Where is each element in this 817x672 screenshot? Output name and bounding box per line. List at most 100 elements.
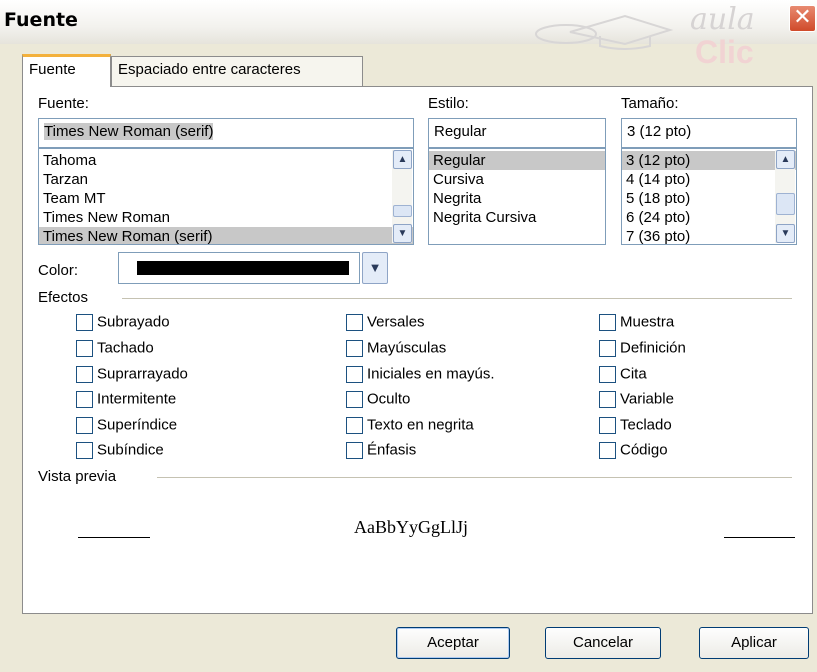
list-item[interactable]: Cursiva: [429, 170, 605, 189]
checkbox-muestra[interactable]: Muestra: [599, 313, 674, 333]
font-input[interactable]: Times New Roman (serif): [38, 118, 414, 148]
preview-baseline-right: [724, 537, 795, 538]
list-item[interactable]: 4 (14 pto): [622, 170, 796, 189]
checkbox-label: Intermitente: [97, 390, 177, 408]
checkbox-subindice[interactable]: Subíndice: [76, 441, 164, 461]
style-input-value: Regular: [434, 123, 487, 140]
list-item[interactable]: 6 (24 pto): [622, 208, 796, 227]
checkbox-variable[interactable]: Variable: [599, 390, 674, 410]
checkbox-label: Código: [620, 441, 668, 459]
list-item[interactable]: Tahoma: [39, 151, 413, 170]
checkbox-label: Variable: [620, 390, 674, 408]
font-input-value: Times New Roman (serif): [44, 123, 214, 140]
checkbox-icon[interactable]: [76, 313, 93, 331]
list-item-selected[interactable]: Regular: [429, 151, 605, 170]
checkbox-teclado[interactable]: Teclado: [599, 416, 672, 436]
checkbox-mayusculas[interactable]: Mayúsculas: [346, 339, 446, 359]
checkbox-superindice[interactable]: Superíndice: [76, 416, 177, 436]
checkbox-definicion[interactable]: Definición: [599, 339, 686, 359]
color-label: Color:: [38, 262, 79, 279]
checkbox-label: Texto en negrita: [367, 416, 474, 434]
aulaclic-watermark-logo: aula Clic: [530, 2, 800, 68]
checkbox-icon[interactable]: [599, 416, 616, 434]
checkbox-versales[interactable]: Versales: [346, 313, 425, 333]
checkbox-label: Mayúsculas: [367, 339, 447, 357]
checkbox-icon[interactable]: [76, 390, 93, 408]
scroll-up-icon[interactable]: ▲: [776, 150, 795, 169]
size-input[interactable]: 3 (12 pto): [621, 118, 797, 148]
preview-divider: [157, 477, 792, 478]
checkbox-icon[interactable]: [76, 339, 93, 357]
effects-divider: [122, 298, 792, 299]
style-input[interactable]: Regular: [428, 118, 606, 148]
scroll-thumb[interactable]: [393, 205, 412, 217]
list-item[interactable]: Times New Roman: [39, 208, 413, 227]
checkbox-oculto[interactable]: Oculto: [346, 390, 410, 410]
checkbox-cita[interactable]: Cita: [599, 365, 647, 385]
tab-espaciado[interactable]: Espaciado entre caracteres: [111, 56, 363, 86]
checkbox-label: Versales: [367, 313, 425, 331]
checkbox-icon[interactable]: [346, 441, 363, 459]
checkbox-intermitente[interactable]: Intermitente: [76, 390, 176, 410]
scroll-thumb[interactable]: [776, 193, 795, 215]
checkbox-suprarrayado[interactable]: Suprarrayado: [76, 365, 188, 385]
checkbox-icon[interactable]: [76, 365, 93, 383]
style-list[interactable]: Regular Cursiva Negrita Negrita Cursiva: [428, 148, 606, 245]
checkbox-label: Énfasis: [367, 441, 417, 459]
tab-fuente[interactable]: Fuente: [22, 54, 111, 87]
checkbox-texto-negrita[interactable]: Texto en negrita: [346, 416, 474, 436]
checkbox-icon[interactable]: [599, 365, 616, 383]
apply-button[interactable]: Aplicar: [699, 627, 809, 659]
scroll-down-icon[interactable]: ▼: [776, 224, 795, 243]
scroll-up-icon[interactable]: ▲: [393, 150, 412, 169]
checkbox-label: Tachado: [97, 339, 154, 357]
checkbox-label: Subíndice: [97, 441, 164, 459]
checkbox-icon[interactable]: [76, 416, 93, 434]
close-button[interactable]: ✕: [789, 5, 816, 32]
checkbox-icon[interactable]: [346, 339, 363, 357]
tab-label: Fuente: [29, 61, 76, 78]
size-input-value: 3 (12 pto): [627, 123, 692, 140]
checkbox-tachado[interactable]: Tachado: [76, 339, 154, 359]
font-list-scrollbar[interactable]: ▲ ▼: [392, 150, 412, 243]
checkbox-icon[interactable]: [346, 416, 363, 434]
title-bar[interactable]: Fuente aula Clic ✕: [0, 0, 817, 68]
tab-label: Espaciado entre caracteres: [118, 61, 301, 78]
ok-button[interactable]: Aceptar: [396, 627, 510, 659]
size-list-scrollbar[interactable]: ▲ ▼: [775, 150, 795, 243]
checkbox-enfasis[interactable]: Énfasis: [346, 441, 416, 461]
effects-heading: Efectos: [38, 289, 89, 306]
checkbox-icon[interactable]: [346, 390, 363, 408]
list-item-selected[interactable]: Times New Roman (serif): [39, 227, 413, 244]
checkbox-icon[interactable]: [346, 365, 363, 383]
checkbox-icon[interactable]: [599, 441, 616, 459]
list-item[interactable]: 5 (18 pto): [622, 189, 796, 208]
list-item[interactable]: Tarzan: [39, 170, 413, 189]
checkbox-codigo[interactable]: Código: [599, 441, 668, 461]
checkbox-icon[interactable]: [599, 313, 616, 331]
color-dropdown-chevron-down-icon[interactable]: ▼: [362, 252, 388, 284]
checkbox-icon[interactable]: [599, 339, 616, 357]
list-item[interactable]: Team MT: [39, 189, 413, 208]
close-icon: ✕: [793, 5, 812, 30]
list-item-selected[interactable]: 3 (12 pto): [622, 151, 796, 170]
checkbox-label: Oculto: [367, 390, 411, 408]
scroll-down-icon[interactable]: ▼: [393, 224, 412, 243]
font-dialog: Fuente aula Clic ✕ Fuente Espaciado entr…: [0, 0, 817, 672]
color-select[interactable]: [118, 252, 360, 284]
checkbox-subrayado[interactable]: Subrayado: [76, 313, 170, 333]
list-item[interactable]: Negrita Cursiva: [429, 208, 605, 227]
checkbox-icon[interactable]: [76, 441, 93, 459]
checkbox-icon[interactable]: [599, 390, 616, 408]
checkbox-iniciales[interactable]: Iniciales en mayús.: [346, 365, 495, 385]
checkbox-label: Cita: [620, 365, 647, 383]
list-item[interactable]: Negrita: [429, 189, 605, 208]
style-label: Estilo:: [428, 95, 469, 112]
checkbox-label: Subrayado: [97, 313, 170, 331]
size-list[interactable]: 3 (12 pto) 4 (14 pto) 5 (18 pto) 6 (24 p…: [621, 148, 797, 245]
checkbox-icon[interactable]: [346, 313, 363, 331]
mouse-graduation-cap-logo-icon: [535, 14, 674, 50]
list-item[interactable]: 7 (36 pto): [622, 227, 796, 244]
cancel-button[interactable]: Cancelar: [545, 627, 661, 659]
font-list[interactable]: Tahoma Tarzan Team MT Times New Roman Ti…: [38, 148, 414, 245]
